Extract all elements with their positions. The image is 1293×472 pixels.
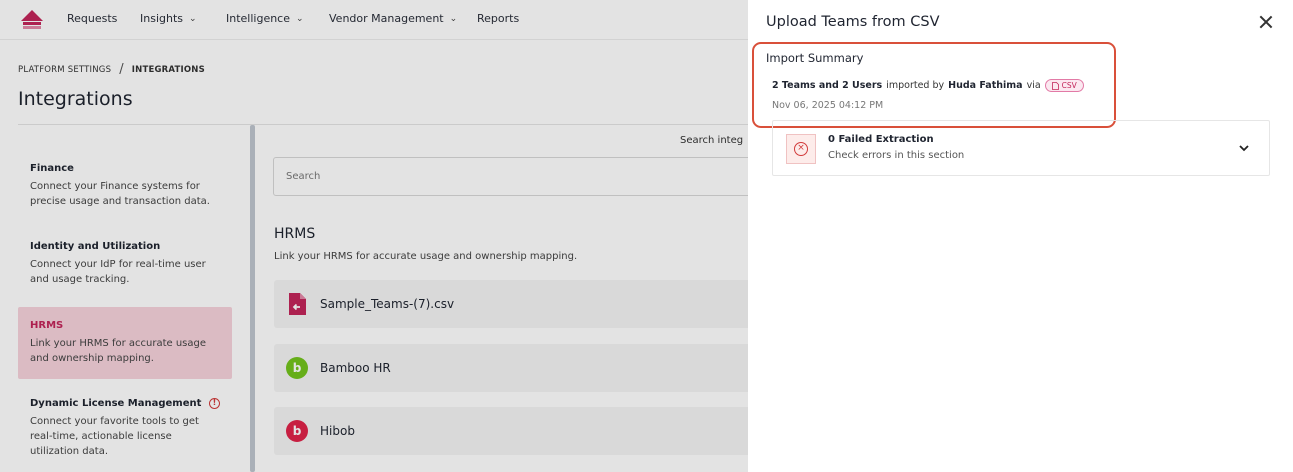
failed-icon-box: × [786,134,816,164]
chevron-down-icon[interactable] [1238,143,1250,153]
failed-extraction-card[interactable]: × 0 Failed Extraction Check errors in th… [772,120,1270,176]
modal-backdrop[interactable] [0,0,748,472]
failed-subtitle: Check errors in this section [828,150,965,161]
drawer-title: Upload Teams from CSV [766,14,940,30]
upload-drawer: Upload Teams from CSV Import Summary 2 T… [748,0,1293,472]
close-button[interactable] [1258,14,1274,30]
failed-title: 0 Failed Extraction [828,134,934,145]
highlight-annotation [752,42,1116,128]
error-circle-icon: × [794,142,808,156]
